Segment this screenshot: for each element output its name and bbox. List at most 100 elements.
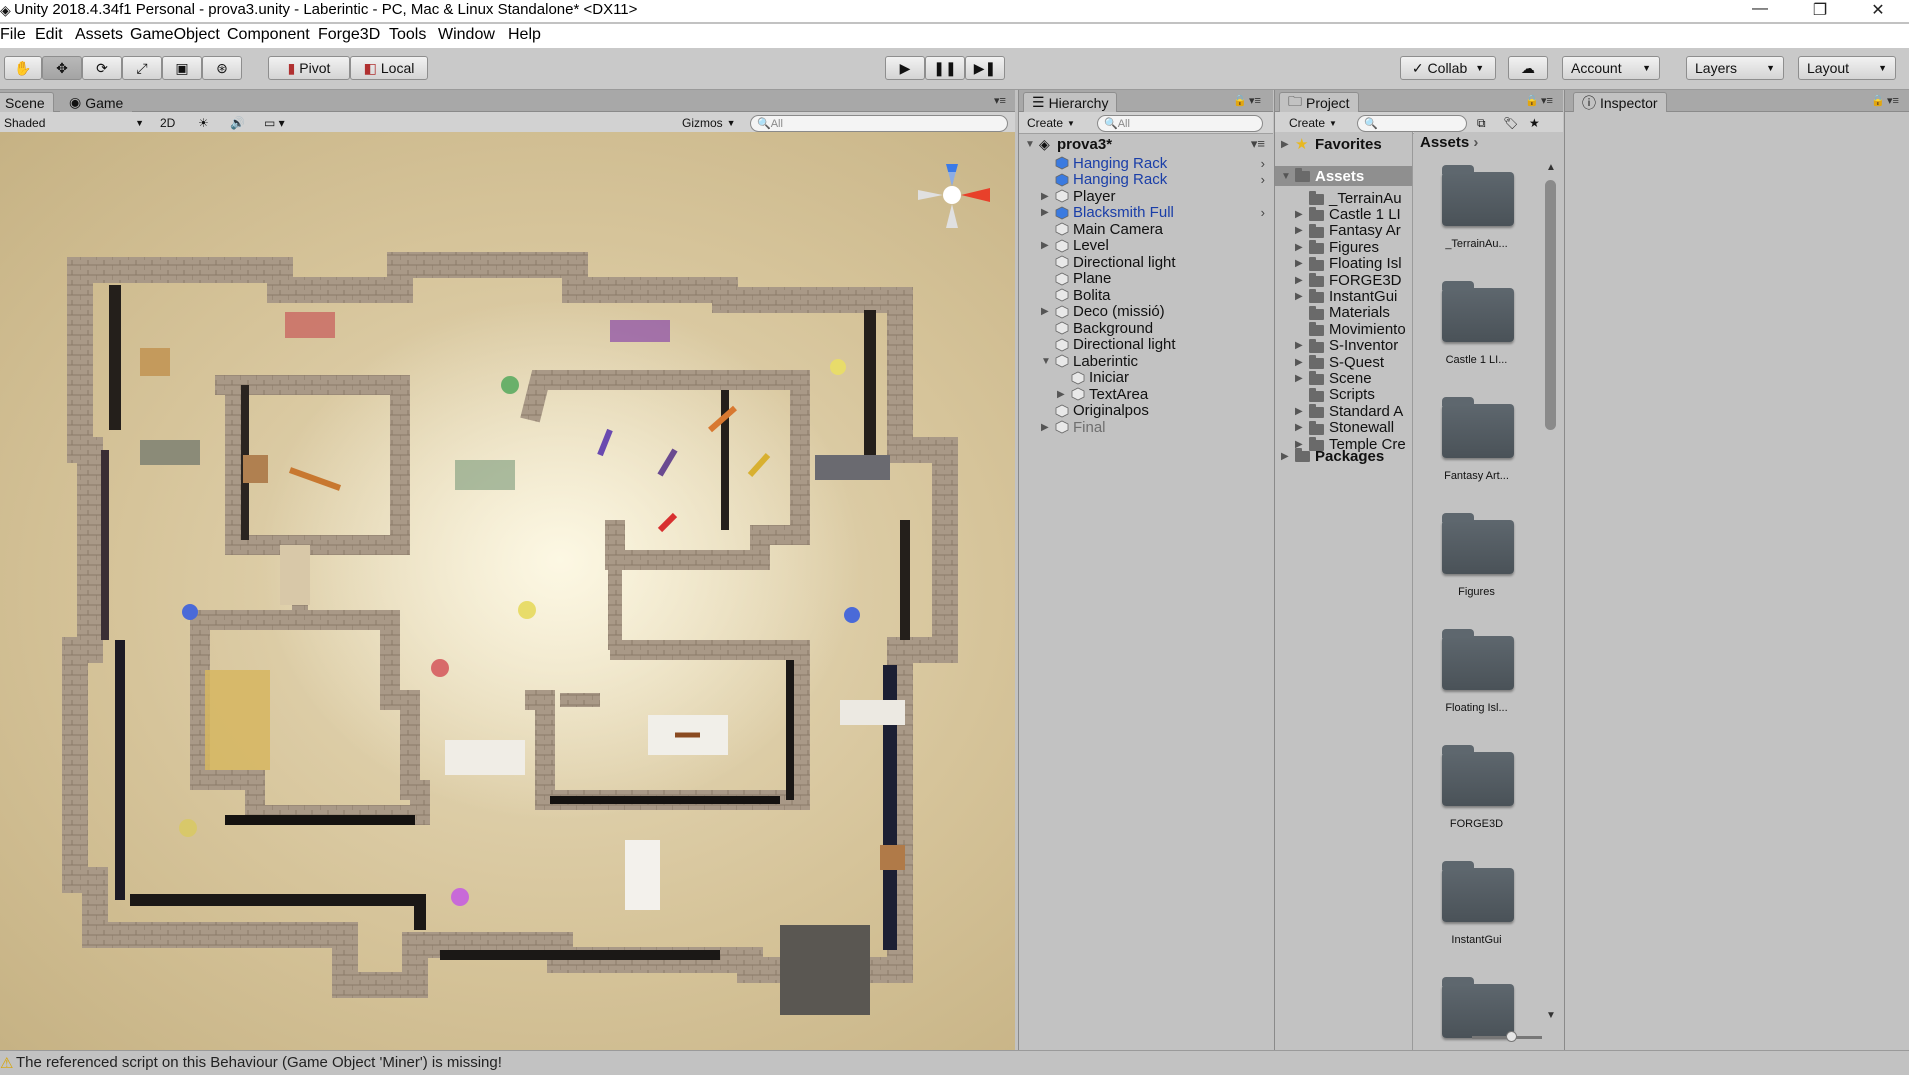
layout-dropdown[interactable]: Layout ▼ bbox=[1798, 56, 1896, 80]
hierarchy-item[interactable]: ▶ Final bbox=[1019, 417, 1273, 437]
expand-arrow-icon[interactable]: ▶ bbox=[1281, 451, 1289, 462]
step-button[interactable]: ▶❚ bbox=[965, 56, 1005, 80]
lock-icon[interactable]: 🔒 bbox=[1525, 94, 1539, 107]
expand-arrow-icon[interactable]: ▶ bbox=[1295, 225, 1303, 236]
expand-arrow-icon[interactable]: ▶ bbox=[1041, 207, 1049, 218]
expand-arrow-icon[interactable]: ▶ bbox=[1041, 306, 1049, 317]
expand-arrow-icon[interactable]: ▶ bbox=[1295, 258, 1303, 269]
collapse-arrow-icon[interactable]: ▼ bbox=[1281, 171, 1291, 182]
menu-component[interactable]: Component bbox=[227, 26, 310, 44]
collab-dropdown[interactable]: ✓ Collab ▼ bbox=[1400, 56, 1496, 80]
effects-dropdown-icon[interactable]: ▭ ▾ bbox=[264, 115, 285, 131]
scene-search-input[interactable]: 🔍 All bbox=[750, 115, 1008, 132]
expand-arrow-icon[interactable]: ▶ bbox=[1041, 422, 1049, 433]
status-bar[interactable]: ⚠ The referenced script on this Behaviou… bbox=[0, 1050, 1909, 1075]
asset-grid-item[interactable]: Figures bbox=[1414, 508, 1539, 618]
layers-dropdown[interactable]: Layers ▼ bbox=[1686, 56, 1784, 80]
menu-assets[interactable]: Assets bbox=[75, 26, 123, 44]
rect-tool-button[interactable]: ▣ bbox=[162, 56, 202, 80]
expand-arrow-icon[interactable]: ▶ bbox=[1295, 373, 1303, 384]
tab-inspector[interactable]: ⓘ Inspector bbox=[1573, 92, 1667, 112]
asset-grid-item[interactable]: _TerrainAu... bbox=[1414, 160, 1539, 270]
breadcrumb[interactable]: Assets › bbox=[1420, 134, 1478, 151]
move-tool-button[interactable]: ✥ bbox=[42, 56, 82, 80]
packages-row[interactable]: ▶ Packages bbox=[1275, 446, 1412, 466]
tab-hierarchy[interactable]: ☰ Hierarchy bbox=[1023, 92, 1118, 112]
asset-grid-item[interactable]: InstantGui bbox=[1414, 856, 1539, 966]
scene-root-row[interactable]: ▼ ◈ prova3* ▾≡ bbox=[1019, 134, 1273, 154]
panel-menu-icon[interactable]: ▾≡ bbox=[994, 94, 1006, 107]
expand-arrow-icon[interactable]: ▶ bbox=[1281, 139, 1289, 150]
menu-file[interactable]: File bbox=[0, 26, 26, 44]
panel-menu-icon[interactable]: ▾≡ bbox=[1249, 94, 1261, 107]
scrollbar-thumb[interactable] bbox=[1545, 180, 1556, 430]
hierarchy-search-input[interactable]: 🔍 All bbox=[1097, 115, 1263, 132]
expand-arrow-icon[interactable]: ▶ bbox=[1295, 422, 1303, 433]
assets-row[interactable]: ▼ Assets bbox=[1275, 166, 1412, 186]
expand-arrow-icon[interactable]: ▶ bbox=[1295, 340, 1303, 351]
expand-arrow-icon[interactable]: ▶ bbox=[1295, 291, 1303, 302]
transform-tool-button[interactable]: ⊛ bbox=[202, 56, 242, 80]
close-button[interactable]: ✕ bbox=[1858, 0, 1898, 20]
rotate-tool-button[interactable]: ⟳ bbox=[82, 56, 122, 80]
menu-edit[interactable]: Edit bbox=[35, 26, 63, 44]
minimize-button[interactable]: — bbox=[1740, 0, 1780, 18]
menu-gameobject[interactable]: GameObject bbox=[130, 26, 220, 44]
pause-button[interactable]: ❚❚ bbox=[925, 56, 965, 80]
orientation-gizmo[interactable] bbox=[918, 164, 990, 228]
expand-arrow-icon[interactable]: ▶ bbox=[1295, 275, 1303, 286]
chevron-right-icon[interactable]: › bbox=[1261, 205, 1265, 220]
menu-help[interactable]: Help bbox=[508, 26, 541, 44]
filter-label-icon[interactable]: 🏷 bbox=[1503, 115, 1518, 131]
menu-window[interactable]: Window bbox=[438, 26, 495, 44]
account-dropdown[interactable]: Account ▼ bbox=[1562, 56, 1660, 80]
scroll-down-icon[interactable]: ▼ bbox=[1546, 1010, 1556, 1021]
play-button[interactable]: ▶ bbox=[885, 56, 925, 80]
2d-toggle[interactable]: 2D bbox=[160, 115, 175, 131]
asset-grid-item[interactable]: Floating Isl... bbox=[1414, 624, 1539, 734]
expand-arrow-icon[interactable]: ▶ bbox=[1041, 191, 1049, 202]
expand-arrow-icon[interactable]: ▶ bbox=[1041, 240, 1049, 251]
asset-grid-item[interactable]: Castle 1 LI... bbox=[1414, 276, 1539, 386]
maximize-button[interactable]: ❐ bbox=[1800, 0, 1840, 20]
expand-arrow-icon[interactable]: ▶ bbox=[1295, 406, 1303, 417]
hand-tool-button[interactable]: ✋ bbox=[4, 56, 42, 80]
lock-icon[interactable]: 🔒 bbox=[1233, 94, 1247, 107]
menu-forge3d[interactable]: Forge3D bbox=[318, 26, 380, 44]
tab-project[interactable]: 🗀 Project bbox=[1279, 92, 1359, 112]
project-create-dropdown[interactable]: Create ▼ bbox=[1289, 115, 1337, 131]
filter-type-icon[interactable]: ⧉ bbox=[1477, 115, 1486, 131]
tab-scene[interactable]: Scene bbox=[0, 92, 54, 112]
expand-arrow-icon[interactable]: ▶ bbox=[1295, 242, 1303, 253]
collapse-arrow-icon[interactable]: ▼ bbox=[1025, 139, 1035, 150]
audio-toggle-icon[interactable]: 🔊 bbox=[230, 115, 245, 131]
menu-tools[interactable]: Tools bbox=[389, 26, 426, 44]
scroll-up-icon[interactable]: ▲ bbox=[1546, 162, 1556, 173]
asset-grid-item[interactable]: FORGE3D bbox=[1414, 740, 1539, 850]
expand-arrow-icon[interactable]: ▶ bbox=[1295, 209, 1303, 220]
chevron-right-icon[interactable]: › bbox=[1261, 172, 1265, 187]
gizmos-dropdown[interactable]: Gizmos ▼ bbox=[682, 115, 736, 131]
expand-arrow-icon[interactable]: ▶ bbox=[1057, 389, 1065, 400]
panel-menu-icon[interactable]: ▾≡ bbox=[1887, 94, 1899, 107]
cloud-button[interactable]: ☁ bbox=[1508, 56, 1548, 80]
icon-size-slider-thumb[interactable] bbox=[1506, 1031, 1517, 1042]
asset-grid-item[interactable]: Fantasy Art... bbox=[1414, 392, 1539, 502]
favorites-row[interactable]: ▶ ★ Favorites bbox=[1275, 134, 1412, 154]
pivot-toggle[interactable]: ▮ Pivot bbox=[268, 56, 350, 80]
panel-menu-icon[interactable]: ▾≡ bbox=[1541, 94, 1553, 107]
hierarchy-create-dropdown[interactable]: Create ▼ bbox=[1027, 115, 1075, 131]
shading-mode-dropdown[interactable]: Shaded ▼ bbox=[4, 115, 144, 131]
scale-tool-button[interactable]: ⤢ bbox=[122, 56, 162, 80]
scene-viewport[interactable] bbox=[0, 132, 1015, 1050]
favorite-star-icon[interactable]: ★ bbox=[1529, 115, 1540, 131]
lighting-toggle-icon[interactable]: ☀ bbox=[198, 115, 209, 131]
chevron-right-icon[interactable]: › bbox=[1261, 156, 1265, 171]
local-toggle[interactable]: ◧ Local bbox=[350, 56, 428, 80]
project-search-input[interactable]: 🔍 bbox=[1357, 115, 1467, 132]
collapse-arrow-icon[interactable]: ▼ bbox=[1041, 356, 1051, 367]
lock-icon[interactable]: 🔒 bbox=[1871, 94, 1885, 107]
tab-game[interactable]: ◉ Game bbox=[60, 92, 133, 112]
expand-arrow-icon[interactable]: ▶ bbox=[1295, 357, 1303, 368]
panel-menu-icon[interactable]: ▾≡ bbox=[1251, 136, 1265, 152]
